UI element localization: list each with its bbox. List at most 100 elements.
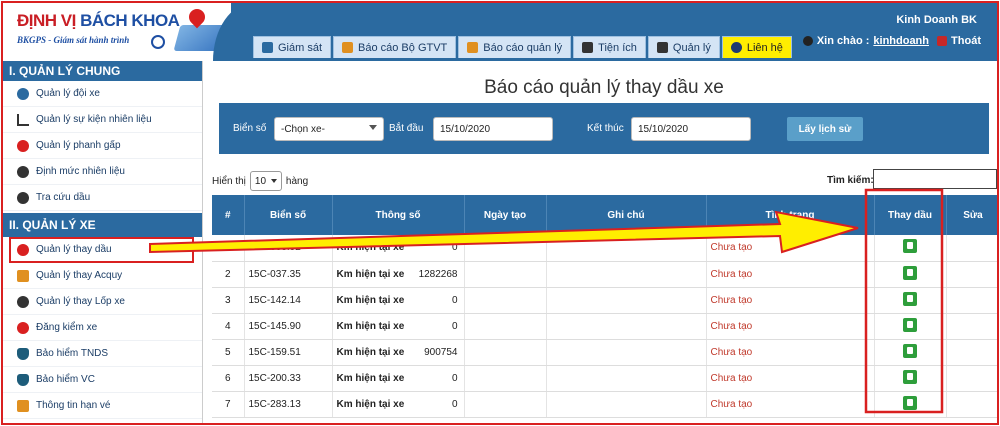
row-oil-change [874,261,947,288]
row-param: Km hiện tại xe 0 [332,391,465,418]
oil-change-icon[interactable] [903,291,917,306]
username-link[interactable]: kinhdoanh [873,35,929,47]
plate-select[interactable]: -Chọn xe- [274,117,384,141]
monitor-icon [262,42,273,53]
row-edit [946,287,997,314]
chart-icon [17,113,29,126]
row-param: Km hiện tại xe 0 [332,313,465,340]
row-index: 1 [212,235,245,262]
tab-bao-cao-gtvt[interactable]: Báo cáo Bộ GTVT [333,36,457,58]
row-note [546,313,707,340]
logout-icon [937,36,948,47]
row-status: Chưa tạo [706,261,875,288]
page-length-control: Hiển thị 10 hàng [212,171,308,191]
col-index[interactable]: # [212,195,245,235]
sidebar-item-dinh-muc-nhien-lieu[interactable]: Định mức nhiên liệu [3,159,202,185]
col-note[interactable]: Ghi chú [546,195,707,235]
row-index: 2 [212,261,245,288]
sidebar-item-han-ve[interactable]: Thông tin hạn vé [3,393,202,419]
row-note [546,365,707,392]
end-date-input[interactable]: 15/10/2020 [631,117,751,141]
row-note [546,391,707,418]
table-row: 2 15C-037.35 Km hiện tại xe 1282268 Chưa tạo [212,261,997,288]
page-length-select[interactable]: 10 [249,171,282,191]
truck-icon [17,87,29,100]
section-quan-ly-chung: I. QUẢN LÝ CHUNG [3,61,202,81]
sidebar-item-bao-hiem-vc[interactable]: Bảo hiểm VC [3,367,202,393]
start-date-input[interactable]: 15/10/2020 [433,117,553,141]
row-edit [946,365,997,392]
col-oil-change[interactable]: Thay dầu [874,195,947,235]
col-edit[interactable]: Sửa [946,195,997,235]
truck-icon [342,42,354,53]
row-index: 5 [212,339,245,366]
sidebar-item-thay-dau[interactable]: Quản lý thay dầu [9,237,194,263]
tab-quan-ly[interactable]: Quản lý [647,36,720,58]
sidebar-item-dang-kiem[interactable]: Đăng kiểm xe [3,315,202,341]
filter-bar: Biển số -Chọn xe- Bắt đầu 15/10/2020 Kết… [219,103,989,154]
tab-giam-sat[interactable]: Giám sát [253,36,332,58]
tab-lien-he[interactable]: Liên hệ [721,36,792,58]
get-history-button[interactable]: Lấy lịch sử [787,117,863,141]
row-plate: 15C-142.14 [244,287,333,314]
logout-button[interactable]: Thoát [937,35,981,47]
oil-change-icon[interactable] [903,395,917,410]
row-param: Km hiện tại xe 1282268 [332,261,465,288]
plate-label: Biển số [233,123,267,134]
row-index: 4 [212,313,245,340]
document-icon [582,42,594,53]
sidebar-item-doi-xe[interactable]: Quản lý đội xe [3,81,202,107]
oil-change-icon[interactable] [903,239,917,254]
logo: ĐỊNH VỊ BÁCH KHOA BKGPS - Giám sát hành … [9,5,227,57]
oil-change-icon[interactable] [903,343,917,358]
search-input[interactable] [873,169,997,189]
sidebar-item-thay-acquy[interactable]: Quản lý thay Acquy [3,263,202,289]
user-icon [802,36,813,47]
ticket-icon [17,399,29,412]
shield-icon [17,347,29,360]
tab-tien-ich[interactable]: Tiện ích [573,36,646,58]
col-created[interactable]: Ngày tạo [464,195,547,235]
row-index: 6 [212,365,245,392]
row-created [464,313,547,340]
main-content: Báo cáo quản lý thay dầu xe Biển số -Chọ… [209,61,997,423]
row-created [464,365,547,392]
start-date-label: Bắt đầu [389,123,424,134]
document-icon [656,42,668,53]
row-created [464,235,547,262]
col-status[interactable]: Tình trạng [706,195,875,235]
oil-change-icon[interactable] [903,265,917,280]
wheel-icon [17,191,29,204]
shield-icon [17,373,29,386]
table-row: 5 15C-159.51 Km hiện tại xe 900754 Chưa tạo [212,339,997,366]
row-plate: 15C-200.33 [244,365,333,392]
logo-title: ĐỊNH VỊ BÁCH KHOA [17,11,180,30]
screenshot-frame: ĐỊNH VỊ BÁCH KHOA BKGPS - Giám sát hành … [1,1,999,425]
tab-bao-cao-quan-ly[interactable]: Báo cáo quản lý [458,36,572,58]
row-plate: 15C-145.90 [244,313,333,340]
row-oil-change [874,365,947,392]
oil-change-icon[interactable] [903,369,917,384]
sidebar-item-thay-lop[interactable]: Quản lý thay Lốp xe [3,289,202,315]
oil-change-icon[interactable] [903,317,917,332]
oil-can-icon [17,243,29,256]
sidebar-item-tra-cuu-dau[interactable]: Tra cứu dầu [3,185,202,211]
row-created [464,287,547,314]
magnifier-icon [151,35,165,49]
table-row: 1 15C-003.92 Km hiện tại xe 0 Chưa tạo [212,235,997,262]
col-param[interactable]: Thông số [332,195,465,235]
greeting: Xin chào : kinhdoanh [802,35,929,47]
sidebar-item-su-kien-nhien-lieu[interactable]: Quản lý sự kiện nhiên liệu [3,107,202,133]
row-note [546,339,707,366]
sidebar-item-bao-hiem-tnds[interactable]: Bảo hiểm TNDS [3,341,202,367]
row-oil-change [874,339,947,366]
row-plate: 15C-003.92 [244,235,333,262]
table-row: 6 15C-200.33 Km hiện tại xe 0 Chưa tạo [212,365,997,392]
row-edit [946,313,997,340]
row-status: Chưa tạo [706,235,875,262]
row-index: 3 [212,287,245,314]
row-param: Km hiện tại xe 900754 [332,339,465,366]
row-plate: 15C-283.13 [244,391,333,418]
sidebar-item-phanh-gap[interactable]: Quản lý phanh gấp [3,133,202,159]
col-plate[interactable]: Biển số [244,195,333,235]
